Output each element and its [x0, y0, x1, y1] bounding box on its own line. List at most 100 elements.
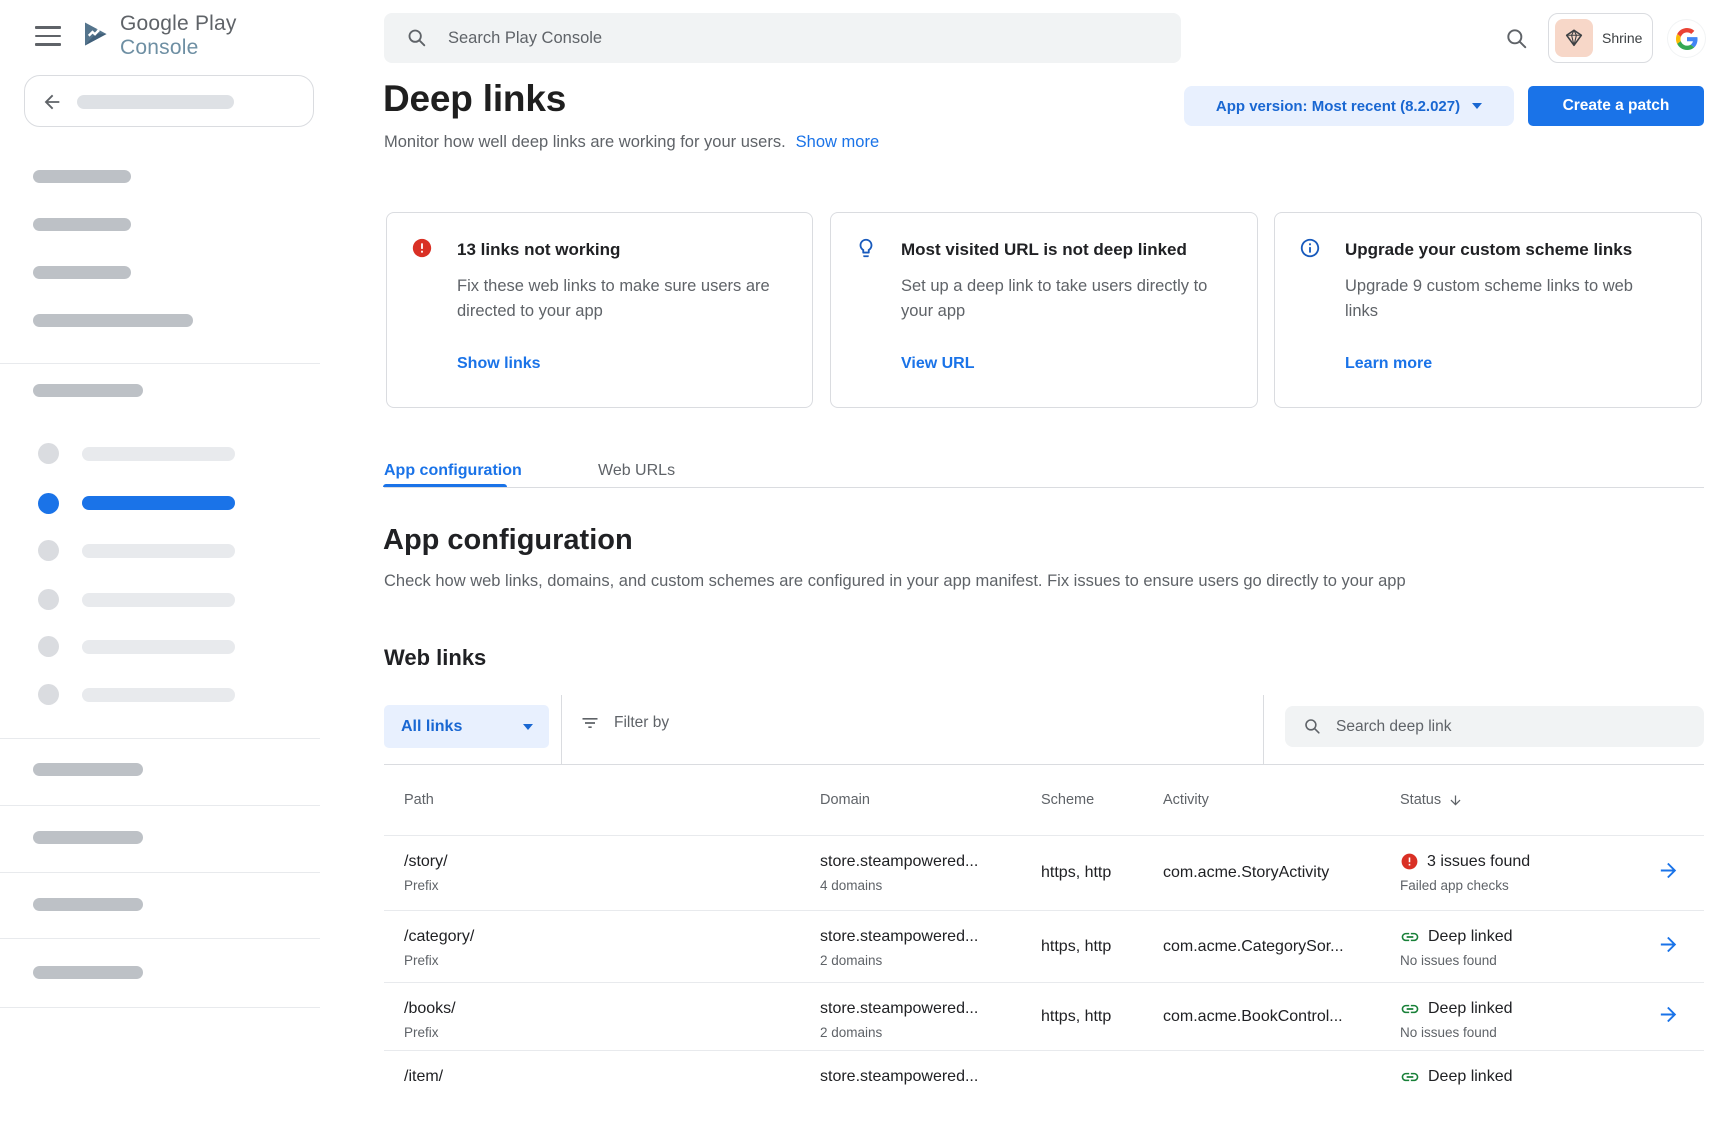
insight-card-most-visited-url: Most visited URL is not deep linked Set … — [830, 212, 1258, 408]
links-filter-select[interactable]: All links — [384, 705, 549, 748]
table-row[interactable]: /story/Prefix store.steampowered... 4 dom… — [384, 835, 1704, 910]
deep-link-search-bar[interactable] — [1285, 706, 1704, 747]
brand-google-play: Google Play — [120, 12, 237, 35]
insight-card-upgrade-schemes: Upgrade your custom scheme links Upgrade… — [1274, 212, 1702, 408]
chevron-down-icon — [523, 724, 533, 730]
tab-app-configuration[interactable]: App configuration — [384, 462, 522, 480]
status-detail: Failed app checks — [1400, 878, 1530, 893]
scheme-value: https, http — [1041, 938, 1111, 956]
search-icon — [1303, 717, 1322, 736]
column-header-domain: Domain — [820, 792, 870, 808]
table-row[interactable]: /books/Prefix store.steampowered...2 dom… — [384, 982, 1704, 1050]
column-header-status[interactable]: Status — [1400, 792, 1463, 808]
filter-by-button[interactable]: Filter by — [580, 713, 669, 733]
global-search-bar[interactable] — [384, 13, 1181, 63]
web-links-heading: Web links — [384, 645, 486, 671]
global-search-input[interactable] — [448, 29, 1181, 48]
sidebar-nav-placeholder[interactable] — [33, 831, 143, 844]
app-switcher-chip[interactable]: Shrine — [1548, 13, 1653, 63]
sidebar-nav-placeholder[interactable] — [33, 966, 143, 979]
view-url-link[interactable]: View URL — [901, 355, 975, 373]
status-value: Deep linked — [1428, 926, 1513, 947]
error-icon — [1400, 852, 1419, 871]
deep-link-search-input[interactable] — [1336, 718, 1704, 736]
learn-more-link[interactable]: Learn more — [1345, 355, 1432, 373]
link-icon — [1400, 1067, 1420, 1087]
app-version-label: App version: Most recent (8.2.027) — [1216, 98, 1460, 115]
tab-web-urls[interactable]: Web URLs — [598, 462, 675, 480]
domain-value: store.steampowered... — [820, 1066, 978, 1087]
table-row[interactable]: /category/Prefix store.steampowered...2 … — [384, 910, 1704, 982]
status-value: Deep linked — [1428, 1066, 1513, 1087]
divider — [561, 695, 562, 765]
path-type: Prefix — [404, 953, 474, 968]
sidebar-nav-placeholder[interactable] — [33, 218, 131, 231]
card-body: Upgrade 9 custom scheme links to web lin… — [1345, 274, 1645, 324]
domain-count: 4 domains — [820, 878, 978, 893]
create-patch-button[interactable]: Create a patch — [1528, 86, 1704, 126]
row-detail-arrow-icon[interactable] — [1657, 933, 1680, 961]
divider — [0, 1007, 320, 1008]
divider — [0, 363, 320, 364]
sidebar-nav-placeholder[interactable] — [33, 763, 143, 776]
back-button[interactable] — [24, 75, 314, 127]
divider — [0, 738, 320, 739]
play-console-logo: Google Play Console — [80, 18, 320, 54]
show-links-link[interactable]: Show links — [457, 355, 541, 373]
hamburger-menu-icon[interactable] — [35, 26, 61, 48]
path-type: Prefix — [404, 878, 448, 893]
path-value: /books/ — [404, 998, 456, 1019]
card-body: Fix these web links to make sure users a… — [457, 274, 787, 324]
error-icon — [411, 237, 433, 264]
table-row[interactable]: /item/ store.steampowered... Deep linked — [384, 1050, 1704, 1122]
row-detail-arrow-icon[interactable] — [1657, 859, 1680, 887]
column-header-path: Path — [404, 792, 434, 808]
divider — [0, 872, 320, 873]
page-title: Deep links — [383, 78, 566, 120]
show-more-link[interactable]: Show more — [796, 133, 879, 151]
activity-value: com.acme.BookControl... — [1163, 1008, 1343, 1026]
app-switcher-label: Shrine — [1602, 30, 1642, 46]
card-body: Set up a deep link to take users directl… — [901, 274, 1236, 324]
column-header-activity: Activity — [1163, 792, 1209, 808]
sidebar-nav-placeholder[interactable] — [33, 170, 131, 183]
column-header-scheme: Scheme — [1041, 792, 1094, 808]
play-store-icon — [80, 18, 110, 55]
shrine-app-icon — [1555, 19, 1593, 57]
path-value: /story/ — [404, 851, 448, 872]
domain-value: store.steampowered... — [820, 926, 978, 947]
app-name-skeleton — [77, 95, 234, 109]
status-value: 3 issues found — [1427, 851, 1530, 872]
google-account-avatar[interactable] — [1668, 20, 1705, 57]
filter-by-label: Filter by — [614, 714, 669, 732]
search-icon-button[interactable] — [1504, 26, 1530, 52]
domain-count: 2 domains — [820, 1025, 978, 1040]
domain-value: store.steampowered... — [820, 851, 978, 872]
status-detail: No issues found — [1400, 953, 1513, 968]
activity-value: com.acme.StoryActivity — [1163, 864, 1329, 882]
google-logo-icon — [1676, 28, 1698, 50]
brand-console: Console — [120, 36, 198, 59]
sidebar-section-placeholder — [33, 384, 143, 397]
sidebar-nav-placeholder[interactable] — [33, 898, 143, 911]
section-description: Check how web links, domains, and custom… — [384, 572, 1406, 591]
lightbulb-icon — [855, 237, 877, 264]
status-detail: No issues found — [1400, 1025, 1513, 1040]
web-links-toolbar: All links Filter by — [384, 693, 1704, 765]
filter-icon — [580, 713, 600, 733]
sidebar-nav-placeholder[interactable] — [33, 314, 193, 327]
link-icon — [1400, 999, 1420, 1019]
app-version-dropdown[interactable]: App version: Most recent (8.2.027) — [1184, 86, 1514, 126]
page-subtitle: Monitor how well deep links are working … — [384, 133, 786, 151]
status-value: Deep linked — [1428, 998, 1513, 1019]
back-arrow-icon — [41, 91, 63, 118]
section-heading: App configuration — [383, 524, 633, 557]
card-title: Upgrade your custom scheme links — [1345, 240, 1632, 260]
domain-value: store.steampowered... — [820, 998, 978, 1019]
sidebar-nav-placeholder[interactable] — [33, 266, 131, 279]
info-icon — [1299, 237, 1321, 264]
path-value: /item/ — [404, 1066, 443, 1087]
row-detail-arrow-icon[interactable] — [1657, 1003, 1680, 1031]
domain-count: 2 domains — [820, 953, 978, 968]
sidebar: Google Play Console — [0, 0, 320, 1080]
